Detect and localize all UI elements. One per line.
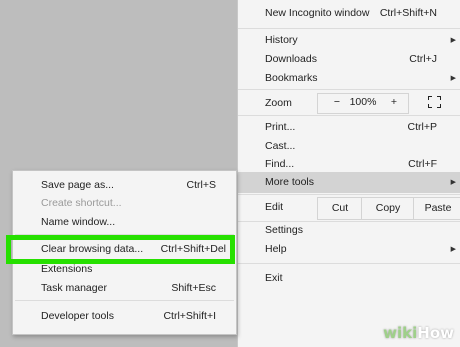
submenu-arrow-icon: ▶ [450, 75, 456, 82]
menu-item-label: New Incognito window [265, 7, 370, 19]
highlight-box [6, 235, 235, 264]
copy-button[interactable]: Copy [361, 197, 415, 220]
menu-item-label: Settings [265, 224, 303, 236]
shortcut-label: Ctrl+P [407, 121, 437, 133]
menu-item-more-tools[interactable]: More tools ▶ [238, 172, 460, 193]
menu-separator [15, 300, 234, 301]
menu-item-settings[interactable]: Settings [238, 220, 460, 241]
wikihow-watermark: wikiHow [383, 324, 454, 342]
watermark-part2: How [417, 324, 454, 342]
menu-item-label: Exit [265, 272, 283, 284]
menu-item-label: Create shortcut... [41, 197, 122, 209]
menu-item-label: History [265, 34, 298, 46]
submenu-arrow-icon: ▶ [450, 246, 456, 253]
shortcut-label: Ctrl+J [409, 53, 437, 65]
menu-item-downloads[interactable]: Downloads Ctrl+J [238, 49, 460, 70]
chrome-main-menu: New Incognito window Ctrl+Shift+N Histor… [237, 0, 460, 347]
menu-item-label: Edit [265, 201, 284, 213]
menu-separator [238, 263, 460, 264]
menu-item-label: Task manager [41, 282, 107, 294]
submenu-arrow-icon: ▶ [450, 37, 456, 44]
menu-item-label: Downloads [265, 53, 317, 65]
menu-item-label: Zoom [265, 97, 292, 109]
submenu-item-save-page[interactable]: Save page as... Ctrl+S [13, 175, 236, 195]
cut-button[interactable]: Cut [317, 197, 363, 220]
menu-item-help[interactable]: Help ▶ [238, 239, 460, 260]
shortcut-label: Ctrl+Shift+N [379, 7, 437, 19]
menu-item-label: Print... [265, 121, 296, 133]
menu-item-label: Bookmarks [265, 72, 318, 84]
menu-item-label: Help [265, 243, 287, 255]
submenu-item-task-manager[interactable]: Task manager Shift+Esc [13, 278, 236, 298]
shortcut-label: Ctrl+S [186, 179, 216, 191]
shortcut-label: Shift+Esc [171, 282, 216, 294]
menu-item-label: Save page as... [41, 179, 114, 191]
watermark-part1: wiki [383, 324, 418, 342]
submenu-item-create-shortcut: Create shortcut... [13, 193, 236, 213]
menu-item-new-incognito-window[interactable]: New Incognito window Ctrl+Shift+N [238, 3, 460, 24]
zoom-out-button[interactable]: − [331, 93, 343, 112]
menu-separator [238, 28, 460, 29]
menu-separator [238, 194, 460, 195]
menu-item-exit[interactable]: Exit [238, 268, 460, 289]
zoom-level: 100% [349, 96, 377, 108]
submenu-item-name-window[interactable]: Name window... [13, 212, 236, 232]
fullscreen-icon[interactable] [428, 96, 441, 108]
submenu-arrow-icon: ▶ [450, 179, 456, 186]
menu-item-label: Name window... [41, 216, 116, 228]
zoom-in-button[interactable]: + [388, 93, 400, 112]
menu-item-print[interactable]: Print... Ctrl+P [238, 117, 460, 138]
menu-item-bookmarks[interactable]: Bookmarks ▶ [238, 68, 460, 89]
shortcut-label: Ctrl+Shift+I [163, 310, 216, 322]
menu-separator [238, 115, 460, 116]
menu-item-history[interactable]: History ▶ [238, 30, 460, 51]
menu-item-label: More tools [265, 176, 315, 188]
submenu-item-developer-tools[interactable]: Developer tools Ctrl+Shift+I [13, 306, 236, 326]
paste-button[interactable]: Paste [413, 197, 460, 220]
menu-item-label: Developer tools [41, 310, 114, 322]
menu-separator [238, 89, 460, 90]
